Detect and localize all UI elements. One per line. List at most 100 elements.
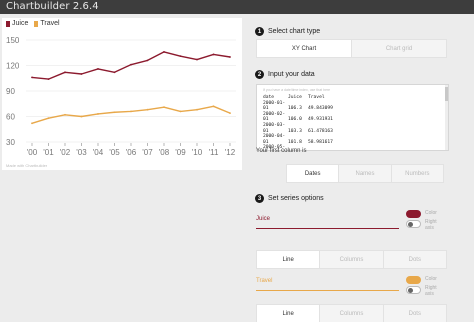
first-column-selector: Dates Names Numbers xyxy=(286,164,444,183)
data-cell: 2000-02-01 xyxy=(263,111,286,123)
x-tick-label: '12 xyxy=(225,148,236,157)
series-name-juice: Juice xyxy=(256,216,271,222)
step3-header: 3 Set series options xyxy=(255,194,324,203)
step2-number: 2 xyxy=(255,70,264,79)
data-table: date Juice Travel 2000-01-01 106.3 49.843099 2… xyxy=(263,95,333,150)
step1-number: 1 xyxy=(255,27,264,36)
x-tick-label: '11 xyxy=(209,148,219,157)
y-tick-label: 60 xyxy=(6,113,15,122)
data-row: 2000-03-01 103.3 61.478163 xyxy=(263,123,333,134)
data-point-travel xyxy=(146,108,149,111)
x-tick-label: '04 xyxy=(93,148,104,157)
series-type-dots-button-travel[interactable]: Dots xyxy=(382,304,447,322)
data-point-travel xyxy=(229,112,231,114)
line-chart: 150 120 90 60 30 '00 '01 '02 '03 '04 '05 '06 '07 '08 '… xyxy=(6,36,236,157)
controls-panel: 1 Select chart type XY Chart Chart grid … xyxy=(252,14,474,322)
data-point-juice xyxy=(196,58,198,61)
data-row: 2000-02-01 106.0 49.931931 xyxy=(263,112,333,123)
data-point-juice xyxy=(229,56,231,58)
chart-type-selector: XY Chart Chart grid xyxy=(256,39,447,58)
data-point-travel xyxy=(64,113,66,116)
chart-credit: Made with Chartbuilder xyxy=(6,163,48,168)
data-cell: Travel xyxy=(308,95,325,100)
data-cell: 2000-01-01 xyxy=(263,100,286,112)
x-tick-label: '07 xyxy=(142,148,153,157)
data-point-travel xyxy=(130,110,132,113)
first-column-numbers-button[interactable]: Numbers xyxy=(390,164,444,183)
x-tick-label: '01 xyxy=(43,148,54,157)
data-point-travel xyxy=(113,111,116,114)
data-point-travel xyxy=(196,108,198,111)
step2-title: Input your data xyxy=(268,71,315,78)
x-tick-label: '02 xyxy=(60,148,71,157)
data-cell: 2000-04-01 xyxy=(263,134,286,145)
data-point-juice xyxy=(163,51,165,53)
data-point-juice xyxy=(97,68,99,70)
x-tick-label: '06 xyxy=(126,148,137,157)
series-type-line-button-juice[interactable]: Line xyxy=(256,250,321,269)
data-point-juice xyxy=(80,73,83,75)
first-column-names-button[interactable]: Names xyxy=(338,164,392,183)
data-row: 2000-04-01 101.8 58.981617 xyxy=(263,134,333,145)
data-point-travel xyxy=(47,117,50,120)
right-axis-label-travel: Right axis xyxy=(425,285,437,297)
y-tick-label: 30 xyxy=(6,138,15,147)
data-cell: Juice xyxy=(288,95,302,100)
data-cell: 106.3 xyxy=(288,106,302,112)
color-picker-juice[interactable] xyxy=(406,210,421,218)
data-point-travel xyxy=(163,106,165,109)
data-scroll-thumb[interactable] xyxy=(445,87,448,101)
chart-type-grid-button[interactable]: Chart grid xyxy=(351,39,447,58)
first-column-dates-button[interactable]: Dates xyxy=(286,164,340,183)
x-tick-label: '08 xyxy=(159,148,170,157)
y-tick-label: 150 xyxy=(6,36,20,45)
color-label-juice: Color xyxy=(425,210,437,216)
data-point-juice xyxy=(113,71,116,74)
data-input-hint: If you have a date/time index, use that … xyxy=(263,88,331,92)
chart-type-xy-button[interactable]: XY Chart xyxy=(256,39,352,58)
data-point-juice xyxy=(130,63,132,66)
data-input-textarea[interactable]: If you have a date/time index, use that … xyxy=(256,84,449,151)
x-tick-label: '05 xyxy=(109,148,120,157)
data-point-travel xyxy=(80,115,83,118)
color-picker-travel[interactable] xyxy=(406,276,421,284)
series-type-columns-button-juice[interactable]: Columns xyxy=(319,250,384,269)
data-point-juice xyxy=(31,76,33,79)
data-point-travel xyxy=(179,110,182,113)
series-type-dots-button-juice[interactable]: Dots xyxy=(382,250,447,269)
series-type-line-button-travel[interactable]: Line xyxy=(256,304,321,322)
data-point-juice xyxy=(179,55,182,58)
data-point-juice xyxy=(64,71,66,74)
series-name-input-juice[interactable]: Juice xyxy=(256,216,399,230)
series-type-selector-travel: Line Columns Dots xyxy=(256,304,447,322)
right-axis-toggle-juice[interactable] xyxy=(406,220,421,228)
x-tick-label: '09 xyxy=(175,148,186,157)
step1-title: Select chart type xyxy=(268,28,321,35)
series-name-travel: Travel xyxy=(256,278,273,284)
step3-number: 3 xyxy=(255,194,264,203)
series-name-input-travel[interactable]: Travel xyxy=(256,278,399,292)
chart-preview-panel: Juice Travel 150 120 90 60 30'00'01'02'03'04… xyxy=(0,14,244,322)
series-type-columns-button-travel[interactable]: Columns xyxy=(319,304,384,322)
first-column-label: Your first column is xyxy=(256,148,307,154)
data-point-travel xyxy=(97,113,99,115)
data-cell: 2000-03-01 xyxy=(263,122,286,134)
data-point-juice xyxy=(146,59,149,62)
data-cell: 49.843099 xyxy=(308,106,333,112)
right-axis-toggle-travel[interactable] xyxy=(406,286,421,294)
toggle-knob-travel xyxy=(408,288,413,293)
step2-header: 2 Input your data xyxy=(255,70,315,79)
series-underline-travel xyxy=(256,290,399,291)
data-point-travel xyxy=(212,105,215,108)
data-scrollbar[interactable] xyxy=(445,85,448,150)
series-line-travel xyxy=(31,105,231,124)
title-bar: Chartbuilder 2.6.4 xyxy=(0,0,474,14)
toggle-knob-juice xyxy=(408,222,413,227)
right-axis-label-juice: Right axis xyxy=(425,219,437,231)
x-tick-label: '03 xyxy=(76,148,87,157)
data-point-travel xyxy=(31,122,33,125)
step1-header: 1 Select chart type xyxy=(255,27,320,36)
chart-card: Juice Travel 150 120 90 60 30'00'01'02'03'04… xyxy=(2,18,242,170)
y-tick-label: 90 xyxy=(6,87,15,96)
data-row: 2000-01-01 106.3 49.843099 xyxy=(263,101,333,112)
